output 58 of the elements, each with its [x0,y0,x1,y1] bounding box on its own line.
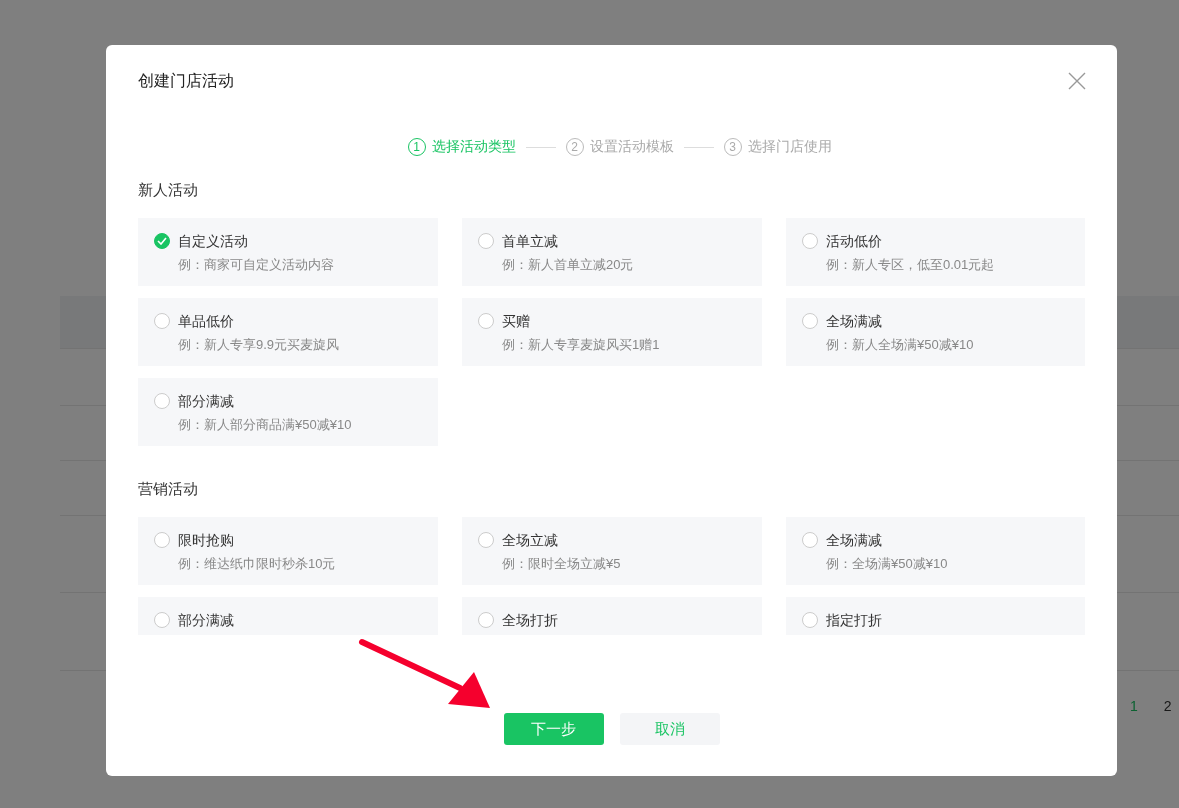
option-example: 例：新人首单立减20元 [502,256,634,274]
radio[interactable] [478,233,494,249]
radio[interactable] [802,233,818,249]
radio[interactable] [154,313,170,329]
activity-option[interactable]: 全场满减 例：新人全场满¥50减¥10 [786,298,1085,366]
activity-option[interactable]: 首单立减 例：新人首单立减20元 [462,218,762,286]
option-example: 例：新人全场满¥50减¥10 [826,336,974,354]
activity-option[interactable]: 自定义活动 例：商家可自定义活动内容 [138,218,438,286]
option-title: 买赠 [502,312,531,331]
close-icon[interactable] [1067,71,1087,91]
option-example: 例：维达纸巾限时秒杀10元 [178,555,336,573]
radio[interactable] [802,532,818,548]
step-label: 选择门店使用 [747,138,832,156]
activity-option[interactable]: 全场打折 [462,597,762,635]
step-label: 选择活动类型 [431,138,516,156]
radio[interactable] [154,233,170,249]
dialog-title: 创建门店活动 [138,71,234,91]
option-title: 限时抢购 [178,531,235,550]
radio[interactable] [802,313,818,329]
page-number[interactable]: 2 [1163,694,1172,718]
radio[interactable] [154,612,170,628]
radio[interactable] [154,393,170,409]
option-example: 例：全场满¥50减¥10 [826,555,948,573]
radio[interactable] [478,612,494,628]
option-example: 例：新人部分商品满¥50减¥10 [178,416,352,434]
option-example: 例：限时全场立减¥5 [502,555,621,573]
radio[interactable] [478,313,494,329]
section-title: 营销活动 [138,479,199,499]
activity-option[interactable]: 限时抢购 例：维达纸巾限时秒杀10元 [138,517,438,585]
section-title: 新人活动 [138,180,199,200]
option-title: 全场满减 [826,312,883,331]
activity-option[interactable]: 部分满减 [138,597,438,635]
activity-option[interactable]: 指定打折 [786,597,1085,635]
option-title: 部分满减 [178,611,234,630]
radio[interactable] [478,532,494,548]
option-example: 例：商家可自定义活动内容 [178,256,334,274]
activity-option[interactable]: 全场满减 例：全场满¥50减¥10 [786,517,1085,585]
option-title: 指定打折 [826,611,882,630]
activity-option[interactable]: 买赠 例：新人专享麦旋风买1赠1 [462,298,762,366]
option-title: 全场打折 [502,611,558,630]
option-example: 例：新人专享麦旋风买1赠1 [502,336,660,354]
option-title: 活动低价 [826,232,883,251]
option-example: 例：新人专区，低至0.01元起 [826,256,995,274]
activity-option[interactable]: 活动低价 例：新人专区，低至0.01元起 [786,218,1085,286]
option-title: 全场立减 [502,531,559,550]
option-title: 单品低价 [178,312,235,331]
activity-option[interactable]: 单品低价 例：新人专享9.9元买麦旋风 [138,298,438,366]
option-title: 首单立减 [502,232,559,251]
check-icon [157,237,167,245]
activity-option[interactable]: 全场立减 例：限时全场立减¥5 [462,517,762,585]
option-title: 自定义活动 [178,232,249,251]
option-example: 例：新人专享9.9元买麦旋风 [178,336,340,354]
option-title: 全场满减 [826,531,883,550]
step-label: 设置活动模板 [589,138,674,156]
radio[interactable] [802,612,818,628]
option-title: 部分满减 [178,392,235,411]
radio[interactable] [154,532,170,548]
activity-option[interactable]: 部分满减 例：新人部分商品满¥50减¥10 [138,378,438,446]
